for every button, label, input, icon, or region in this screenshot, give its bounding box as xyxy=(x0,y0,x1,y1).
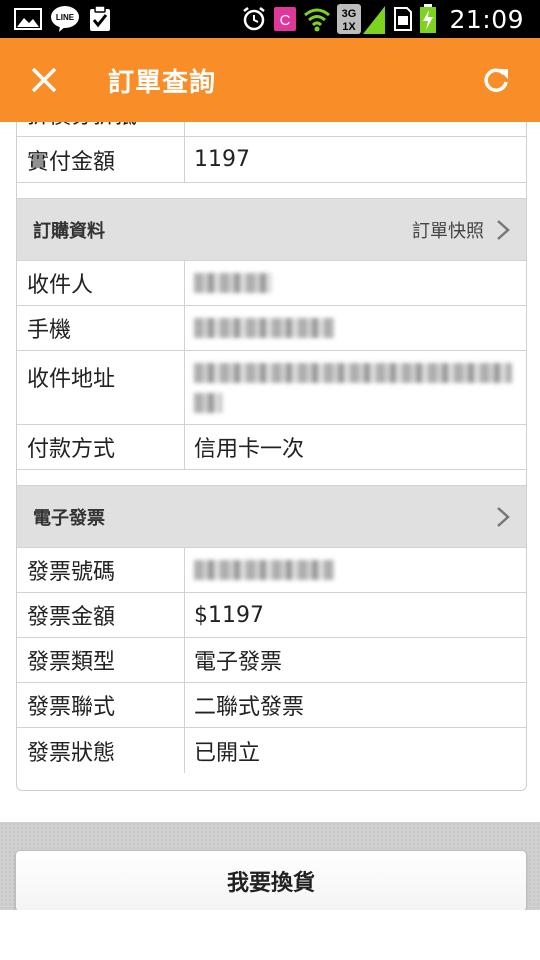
row-label: 發票金額 xyxy=(17,593,185,637)
page-title: 訂單查詢 xyxy=(108,67,217,98)
row-value: 信用卡一次 xyxy=(194,437,305,462)
order-snapshot-link[interactable]: 訂單快照 xyxy=(412,217,510,243)
redacted-value xyxy=(194,560,334,580)
invoice-header[interactable]: 電子發票 xyxy=(17,486,526,548)
wifi-icon xyxy=(303,6,331,32)
row-value xyxy=(185,548,526,592)
row-value: 300 xyxy=(185,122,526,136)
table-row: 發票號碼 xyxy=(17,548,526,593)
line-app-icon: LINE xyxy=(50,5,80,33)
section-title: 電子發票 xyxy=(33,507,105,529)
row-value: 電子發票 xyxy=(194,650,283,675)
row-label: 收件地址 xyxy=(17,351,185,424)
battery-charging-icon xyxy=(419,4,437,34)
redacted-value xyxy=(194,273,272,293)
image-icon xyxy=(14,7,42,31)
order-detail-card: 折價券折抵 300 實付金額 1197 訂購資料 訂單快照 收件人 手機 xyxy=(16,122,527,791)
alarm-clock-icon xyxy=(241,6,267,32)
table-row: 發票金額 $1197 xyxy=(17,593,526,638)
row-label: 付款方式 xyxy=(17,425,185,469)
app-bar: 訂單查詢 xyxy=(0,38,540,122)
network-label-top: 3G xyxy=(342,8,357,20)
row-value: $1197 xyxy=(194,602,264,628)
row-label: 發票號碼 xyxy=(17,548,185,592)
row-label: 折價券折抵 xyxy=(17,122,185,136)
redacted-value xyxy=(194,363,512,383)
row-value xyxy=(185,261,526,305)
table-row: 收件地址 xyxy=(17,351,526,425)
c-app-icon: C xyxy=(273,6,297,32)
refresh-button[interactable] xyxy=(452,38,540,122)
sim-icon xyxy=(393,6,413,32)
table-row: 發票聯式 二聯式發票 xyxy=(17,683,526,728)
order-info-header[interactable]: 訂購資料 訂單快照 xyxy=(17,199,526,261)
row-label: 發票聯式 xyxy=(17,683,185,727)
network-label-bottom: 1X xyxy=(343,21,357,33)
row-label: 發票類型 xyxy=(17,638,185,682)
section-gap xyxy=(17,183,526,199)
section-gap xyxy=(17,470,526,486)
table-row: 收件人 xyxy=(17,261,526,306)
order-snapshot-label: 訂單快照 xyxy=(412,220,484,242)
line-label: LINE xyxy=(56,13,75,22)
redacted-value xyxy=(194,318,334,338)
table-row: 發票類型 電子發票 xyxy=(17,638,526,683)
close-icon xyxy=(31,67,57,93)
chevron-right-icon xyxy=(497,506,510,527)
table-row: 折價券折抵 300 xyxy=(17,122,526,137)
close-button[interactable] xyxy=(0,38,88,122)
row-label: 發票狀態 xyxy=(17,728,185,773)
signal-icon: 3G 1X xyxy=(337,3,387,35)
row-label: 實付金額 xyxy=(17,137,185,182)
order-detail-content[interactable]: 折價券折抵 300 實付金額 1197 訂購資料 訂單快照 收件人 手機 xyxy=(0,122,540,822)
row-label: 手機 xyxy=(17,306,185,350)
bottom-area xyxy=(0,910,540,960)
footer-bar: 我要換貨 xyxy=(0,822,540,912)
clipboard-check-icon xyxy=(88,5,112,33)
clock-time: 21:09 xyxy=(449,4,524,34)
exchange-button[interactable]: 我要換貨 xyxy=(15,850,527,912)
chevron-right-icon xyxy=(497,219,510,240)
table-row: 手機 xyxy=(17,306,526,351)
invoice-detail-link[interactable] xyxy=(496,506,510,528)
row-value: 已開立 xyxy=(194,740,261,766)
row-value xyxy=(185,306,526,350)
row-value: 1197 xyxy=(194,147,250,172)
refresh-icon xyxy=(484,68,508,92)
row-value xyxy=(185,351,526,424)
section-title: 訂購資料 xyxy=(33,220,105,242)
row-label: 收件人 xyxy=(17,261,185,305)
table-row: 實付金額 1197 xyxy=(17,137,526,183)
table-row: 付款方式 信用卡一次 xyxy=(17,425,526,470)
redacted-value-line2 xyxy=(194,393,222,413)
row-value: 二聯式發票 xyxy=(194,695,305,720)
c-app-label: C xyxy=(280,12,291,29)
status-bar: LINE C 3G 1X 21:09 xyxy=(0,0,540,38)
table-row: 發票狀態 已開立 xyxy=(17,728,526,773)
